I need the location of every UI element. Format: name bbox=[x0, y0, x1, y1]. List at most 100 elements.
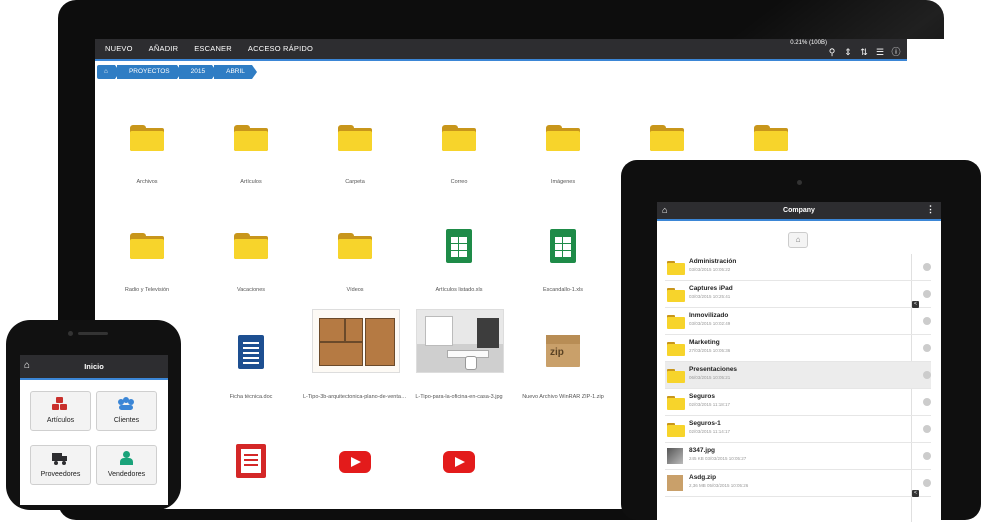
seller-icon bbox=[118, 451, 134, 465]
list-item[interactable]: Seguros 02/03/2015 11:18:17 bbox=[665, 389, 931, 416]
tablet-camera bbox=[797, 180, 802, 185]
folder-icon bbox=[234, 125, 268, 151]
list-item[interactable]: Marketing 27/03/2015 10:05:36 bbox=[665, 335, 931, 362]
folder-icon bbox=[234, 233, 268, 259]
item-options-icon[interactable] bbox=[923, 290, 931, 298]
clientes-button[interactable]: Clientes bbox=[96, 391, 157, 431]
file-tile[interactable]: Ficha técnica.doc bbox=[199, 309, 303, 409]
file-tile[interactable]: zip Nuevo Archivo WinRAR ZIP-1.zip bbox=[511, 309, 615, 409]
menu-nuevo[interactable]: NUEVO bbox=[95, 39, 141, 59]
desktop-toolbar: ⚲ ⇕ ⇅ ☰ ⓘ bbox=[827, 47, 901, 57]
item-meta: 03/03/2015 10:05:22 bbox=[689, 267, 731, 272]
cubes-icon bbox=[52, 397, 68, 411]
search-icon[interactable]: ⚲ bbox=[827, 47, 837, 57]
articulos-button[interactable]: Artículos bbox=[30, 391, 91, 431]
list-item[interactable]: Inmovilizado 03/03/2015 10:02:49 bbox=[665, 308, 931, 335]
folder-icon bbox=[754, 125, 788, 151]
folder-icon bbox=[130, 125, 164, 151]
file-tile[interactable]: Vacaciones bbox=[199, 229, 303, 299]
item-meta: 2,36 MB 05/03/2015 10:05:26 bbox=[689, 483, 749, 488]
file-label: Vídeos bbox=[346, 287, 364, 293]
home-icon: ⌂ bbox=[795, 235, 801, 244]
up-folder-button[interactable]: ⌂ bbox=[788, 232, 808, 248]
phone-device: ⌂ Inicio Artículos Clientes Proveedores bbox=[6, 320, 181, 510]
item-meta: 27/03/2015 10:05:36 bbox=[689, 348, 731, 353]
item-options-icon[interactable] bbox=[923, 263, 931, 271]
file-label: Radio y Televisión bbox=[124, 287, 170, 293]
file-tile[interactable] bbox=[407, 444, 511, 494]
file-tile[interactable]: Artículos listado.xls bbox=[407, 229, 511, 299]
folder-icon bbox=[650, 125, 684, 151]
list-item-selected[interactable]: Presentaciones 06/03/2015 10:05:21 bbox=[665, 362, 931, 389]
tablet-device: ⌂ Company ⋮ ⌂ Administración 03/03/2015 … bbox=[621, 160, 981, 522]
file-tile[interactable]: Imágenes bbox=[511, 121, 615, 191]
video-play-icon bbox=[443, 451, 475, 473]
file-tile[interactable]: Correo bbox=[407, 121, 511, 191]
document-icon bbox=[238, 335, 264, 369]
zip-archive-icon bbox=[667, 475, 683, 491]
item-options-icon[interactable] bbox=[923, 452, 931, 460]
share-icon: < bbox=[912, 301, 919, 308]
list-item[interactable]: Seguros-1 02/03/2015 11:14:17 bbox=[665, 416, 931, 443]
phone-title: Inicio bbox=[84, 362, 104, 371]
button-label: Proveedores bbox=[40, 471, 81, 478]
file-label: Escandallo-1.xls bbox=[542, 287, 584, 293]
item-options-icon[interactable] bbox=[923, 398, 931, 406]
file-label: Artículos bbox=[240, 179, 262, 185]
list-icon[interactable]: ☰ bbox=[875, 47, 885, 57]
vendedores-button[interactable]: Vendedores bbox=[96, 445, 157, 485]
breadcrumb-home[interactable]: ⌂ bbox=[97, 65, 120, 79]
list-item[interactable]: Administración 03/03/2015 10:05:22 bbox=[665, 254, 931, 281]
file-tile[interactable]: Radio y Televisión bbox=[95, 229, 199, 299]
folder-icon bbox=[338, 233, 372, 259]
image-thumbnail bbox=[667, 448, 683, 464]
item-options-icon[interactable] bbox=[923, 425, 931, 433]
proveedores-button[interactable]: Proveedores bbox=[30, 445, 91, 485]
menu-anadir[interactable]: AÑADIR bbox=[141, 39, 187, 59]
item-options-icon[interactable] bbox=[923, 344, 931, 352]
file-tile[interactable]: L-Tipo-3b-arquitectonica-plano-de-ventas… bbox=[303, 309, 407, 409]
file-tile[interactable] bbox=[199, 444, 303, 494]
floor-plan-thumbnail bbox=[312, 309, 400, 373]
menu-escaner[interactable]: ESCANER bbox=[186, 39, 240, 59]
sort-icon[interactable]: ⇕ bbox=[843, 47, 853, 57]
breadcrumb-proyectos[interactable]: PROYECTOS bbox=[116, 65, 182, 79]
file-tile[interactable] bbox=[303, 444, 407, 494]
storage-usage: 0.21% (100B) bbox=[790, 40, 827, 46]
file-tile[interactable]: L-Tipo-para-la-oficina-en-casa-3.jpg bbox=[407, 309, 511, 409]
menu-acceso-rapido[interactable]: ACCESO RÁPIDO bbox=[240, 39, 321, 59]
phone-screen: ⌂ Inicio Artículos Clientes Proveedores bbox=[20, 355, 168, 505]
info-icon[interactable]: ⓘ bbox=[891, 47, 901, 57]
desktop-menu: NUEVO AÑADIR ESCANER ACCESO RÁPIDO bbox=[95, 39, 321, 59]
item-options-icon[interactable] bbox=[923, 371, 931, 379]
office-photo-thumbnail bbox=[416, 309, 504, 373]
list-item[interactable]: Captures iPad 03/03/2015 10:25:41 < bbox=[665, 281, 931, 308]
file-tile[interactable]: Escandallo-1.xls bbox=[511, 229, 615, 299]
file-tile[interactable]: Vídeos bbox=[303, 229, 407, 299]
file-label: Vacaciones bbox=[236, 287, 266, 293]
item-options-icon[interactable] bbox=[923, 479, 931, 487]
folder-icon bbox=[338, 125, 372, 151]
list-item[interactable]: 8347.jpg 245 KB 03/03/2015 10:05:27 bbox=[665, 443, 931, 470]
file-label: Ficha técnica.doc bbox=[229, 394, 273, 400]
breadcrumb-abril[interactable]: ABRIL bbox=[214, 65, 257, 79]
more-options-icon[interactable]: ⋮ bbox=[926, 204, 935, 215]
item-options-icon[interactable] bbox=[923, 317, 931, 325]
file-tile[interactable]: Carpeta bbox=[303, 121, 407, 191]
sort-numeric-icon[interactable]: ⇅ bbox=[859, 47, 869, 57]
folder-icon bbox=[667, 396, 685, 410]
file-tile[interactable]: Archivos bbox=[95, 121, 199, 191]
file-label: L-Tipo-para-la-oficina-en-casa-3.jpg bbox=[415, 394, 503, 400]
file-tile[interactable]: Artículos bbox=[199, 121, 303, 191]
truck-icon bbox=[52, 451, 68, 465]
tablet-title: Company bbox=[783, 207, 815, 214]
breadcrumb-2015[interactable]: 2015 bbox=[178, 65, 218, 79]
tablet-header: ⌂ Company ⋮ bbox=[657, 202, 941, 221]
home-icon: ⌂ bbox=[104, 68, 108, 75]
item-name: Marketing bbox=[689, 339, 720, 346]
file-label: Archivos bbox=[136, 179, 158, 185]
phone-camera bbox=[68, 331, 73, 336]
item-name: Presentaciones bbox=[689, 366, 738, 373]
item-name: Administración bbox=[689, 258, 737, 265]
item-name: Inmovilizado bbox=[689, 312, 729, 319]
